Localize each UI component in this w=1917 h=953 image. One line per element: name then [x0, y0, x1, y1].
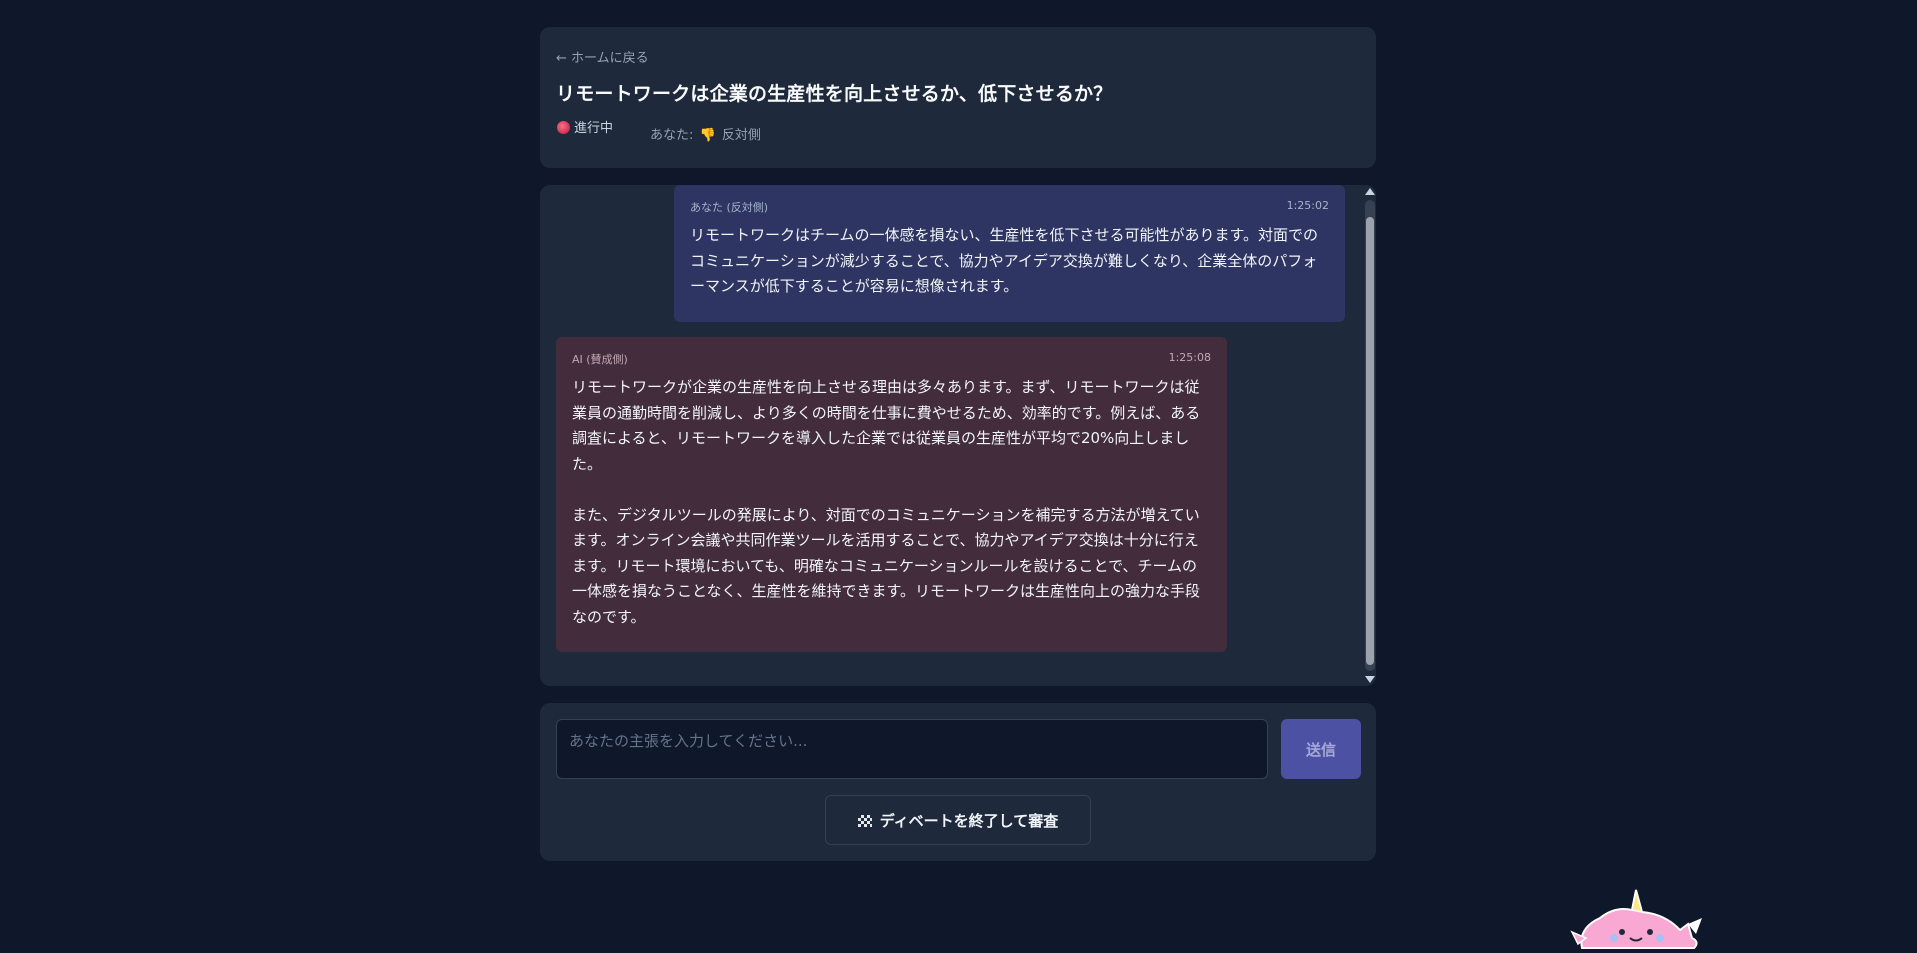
message-text: リモートワークが企業の生産性を向上させる理由は多々あります。まず、リモートワーク…	[572, 378, 1201, 626]
message-time: 1:25:08	[1168, 351, 1211, 364]
finish-debate-label: ディベートを終了して審査	[879, 811, 1059, 830]
message-time: 1:25:02	[1286, 199, 1329, 212]
red-dot-icon	[557, 121, 570, 134]
argument-input[interactable]	[556, 719, 1268, 779]
status-text: 進行中	[574, 121, 614, 136]
finish-debate-button[interactable]: ディベートを終了して審査	[825, 795, 1091, 845]
back-home-link[interactable]: ← ホームに戻る	[556, 47, 649, 66]
checkered-flag-icon	[857, 814, 872, 827]
message-user: あなた (反対側) 1:25:02 リモートワークはチームの一体感を損ない、生産…	[674, 185, 1345, 322]
debate-title: リモートワークは企業の生産性を向上させるか、低下させるか？	[556, 83, 1113, 105]
message-text: リモートワークはチームの一体感を損ない、生産性を低下させる可能性があります。対面…	[690, 226, 1319, 295]
chat-log[interactable]: あなた (反対側) 1:25:02 リモートワークはチームの一体感を損ない、生産…	[540, 185, 1376, 686]
message-ai: AI (賛成側) 1:25:08 リモートワークが企業の生産性を向上させる理由は…	[556, 337, 1227, 652]
composer: 送信 ディベートを終了して審査	[540, 703, 1376, 861]
you-side-text: 反対側	[721, 128, 761, 143]
thumbs-down-icon: 👎	[699, 128, 716, 143]
scroll-up-icon[interactable]	[1365, 188, 1375, 195]
debate-page: ← ホームに戻る リモートワークは企業の生産性を向上させるか、低下させるか？ 進…	[540, 27, 1376, 861]
status-badge: 進行中	[557, 117, 613, 136]
scrollbar-thumb[interactable]	[1366, 217, 1374, 665]
message-author: あなた (反対側)	[690, 201, 769, 214]
your-side: あなた: 👎 反対側	[650, 124, 761, 143]
message-header: あなた (反対側) 1:25:02	[690, 199, 1329, 215]
unicorn-mascot	[1570, 889, 1702, 949]
debate-header: ← ホームに戻る リモートワークは企業の生産性を向上させるか、低下させるか？ 進…	[540, 27, 1376, 168]
chat-scrollbar[interactable]	[1363, 185, 1376, 686]
message-author: AI (賛成側)	[572, 353, 628, 366]
you-label: あなた:	[650, 128, 694, 143]
send-button[interactable]: 送信	[1281, 719, 1361, 779]
scroll-down-icon[interactable]	[1365, 676, 1375, 683]
message-header: AI (賛成側) 1:25:08	[572, 351, 1211, 367]
